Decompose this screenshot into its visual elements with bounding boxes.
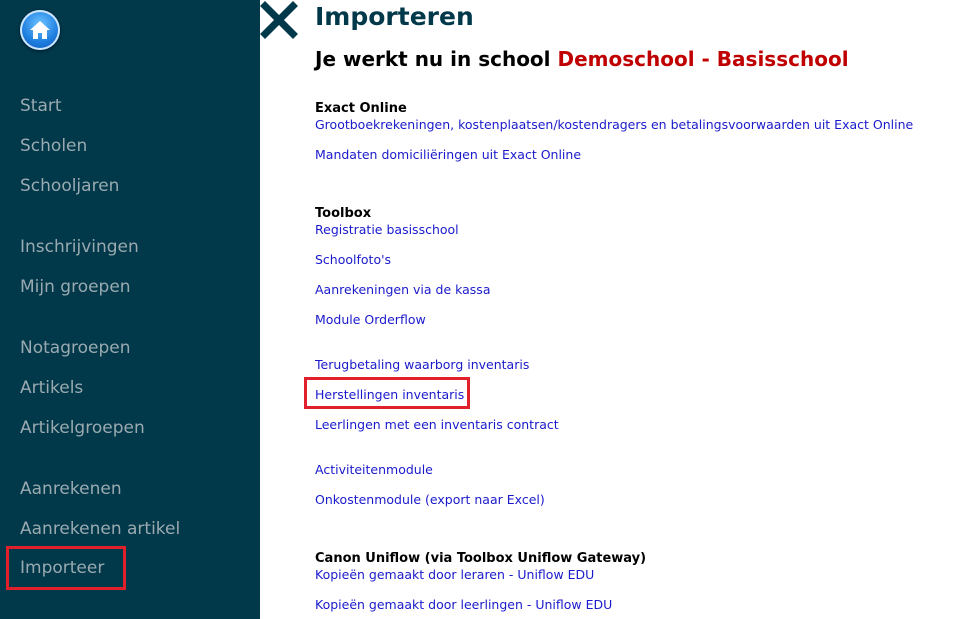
home-icon	[30, 21, 50, 39]
link-leerlingen-inventaris-contract[interactable]: Leerlingen met een inventaris contract	[315, 417, 559, 432]
sidebar-item-scholen[interactable]: Scholen	[20, 136, 87, 156]
sidebar-item-mijn-groepen[interactable]: Mijn groepen	[20, 277, 131, 297]
link-kopieen-leerlingen[interactable]: Kopieën gemaakt door leerlingen - Uniflo…	[315, 597, 612, 612]
link-grootboekrekeningen[interactable]: Grootboekrekeningen, kostenplaatsen/kost…	[315, 117, 913, 132]
page-title: Importeren	[315, 2, 474, 31]
link-kopieen-leraren[interactable]: Kopieën gemaakt door leraren - Uniflow E…	[315, 567, 594, 582]
sidebar: Start Scholen Schooljaren Inschrijvingen…	[0, 0, 260, 619]
highlight-box-herstellingen	[304, 377, 470, 409]
link-module-orderflow[interactable]: Module Orderflow	[315, 312, 426, 327]
link-onkostenmodule[interactable]: Onkostenmodule (export naar Excel)	[315, 492, 545, 507]
sidebar-item-inschrijvingen[interactable]: Inschrijvingen	[20, 237, 139, 257]
highlight-box-importeer	[6, 546, 126, 590]
current-school-name: Demoschool - Basisschool	[557, 47, 849, 71]
close-icon	[260, 1, 298, 39]
sidebar-item-aanrekenen[interactable]: Aanrekenen	[20, 479, 122, 499]
link-registratie-basisschool[interactable]: Registratie basisschool	[315, 222, 459, 237]
sidebar-item-artikelgroepen[interactable]: Artikelgroepen	[20, 418, 145, 438]
link-activiteitenmodule[interactable]: Activiteitenmodule	[315, 462, 433, 477]
close-button[interactable]	[260, 0, 298, 40]
sidebar-item-aanrekenen-artikel[interactable]: Aanrekenen artikel	[20, 519, 180, 539]
sidebar-item-artikels[interactable]: Artikels	[20, 378, 83, 398]
sidebar-item-schooljaren[interactable]: Schooljaren	[20, 176, 119, 196]
link-terugbetaling-waarborg[interactable]: Terugbetaling waarborg inventaris	[315, 357, 529, 372]
link-aanrekeningen-kassa[interactable]: Aanrekeningen via de kassa	[315, 282, 490, 297]
current-school-prefix: Je werkt nu in school	[315, 47, 551, 71]
section-heading-exact-online: Exact Online	[315, 101, 407, 116]
link-schoolfotos[interactable]: Schoolfoto's	[315, 252, 391, 267]
sidebar-item-notagroepen[interactable]: Notagroepen	[20, 338, 131, 358]
current-school-line: Je werkt nu in school Demoschool - Basis…	[315, 47, 849, 71]
section-heading-toolbox: Toolbox	[315, 206, 372, 221]
home-button[interactable]	[20, 10, 60, 50]
sidebar-item-start[interactable]: Start	[20, 96, 62, 116]
link-mandaten-domicilieringen[interactable]: Mandaten domiciliëringen uit Exact Onlin…	[315, 147, 581, 162]
section-heading-canon-uniflow: Canon Uniflow (via Toolbox Uniflow Gatew…	[315, 551, 647, 566]
